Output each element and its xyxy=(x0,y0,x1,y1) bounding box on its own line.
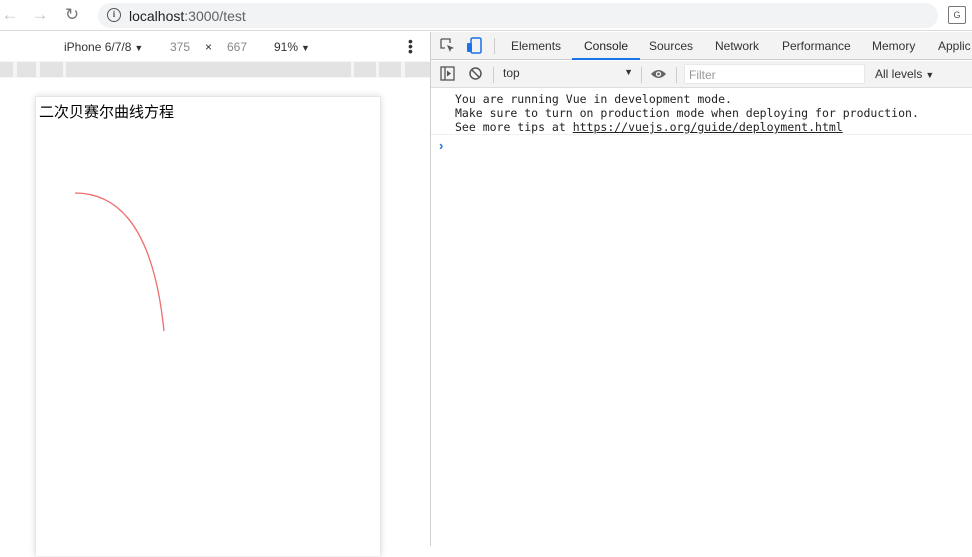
device-toolbar: iPhone 6/7/8 ▼ 375 × 667 91% ▼ • • • xyxy=(0,32,430,61)
eye-icon[interactable] xyxy=(650,68,667,80)
tab-sources[interactable]: Sources xyxy=(649,32,693,60)
device-viewport[interactable]: 二次贝赛尔曲线方程 xyxy=(35,96,381,556)
chevron-down-icon: ▼ xyxy=(925,70,935,80)
device-select[interactable]: iPhone 6/7/8 ▼ xyxy=(64,40,143,54)
console-text: See more tips at xyxy=(455,120,573,134)
media-query-ruler[interactable] xyxy=(0,61,430,78)
tab-memory[interactable]: Memory xyxy=(872,32,915,60)
back-arrow-icon[interactable]: ← xyxy=(0,5,20,25)
console-line: See more tips at https://vuejs.org/guide… xyxy=(455,120,972,134)
tab-network[interactable]: Network xyxy=(715,32,759,60)
devtools-panel: Elements Console Sources Network Perform… xyxy=(431,32,972,546)
ruler-segment[interactable] xyxy=(379,62,401,77)
url-path: :3000/test xyxy=(184,8,246,24)
more-options-icon[interactable]: • • • xyxy=(408,34,414,58)
deployment-link[interactable]: https://vuejs.org/guide/deployment.html xyxy=(573,120,843,134)
ruler-segment[interactable] xyxy=(40,62,63,77)
device-toolbar-icon[interactable] xyxy=(466,37,482,54)
console-line: You are running Vue in development mode. xyxy=(455,92,732,106)
chevron-down-icon: ▼ xyxy=(134,43,144,53)
toolbar-separator xyxy=(493,67,494,83)
dimension-separator: × xyxy=(205,40,213,54)
tab-performance[interactable]: Performance xyxy=(782,32,851,60)
log-levels-select[interactable]: All levels ▼ xyxy=(875,67,934,81)
viewport-height[interactable]: 667 xyxy=(227,40,247,54)
ruler-segment[interactable] xyxy=(354,62,376,77)
toolbar-separator xyxy=(641,67,642,83)
ruler-segment[interactable] xyxy=(66,62,351,77)
device-name: iPhone 6/7/8 xyxy=(64,40,132,54)
bezier-curve xyxy=(74,192,165,332)
bezier-curve-canvas xyxy=(74,192,165,332)
tab-console[interactable]: Console xyxy=(572,32,641,60)
browser-toolbar: ← → ↻ i localhost:3000/test G xyxy=(0,0,972,31)
console-toolbar: top ▼ Filter All levels ▼ xyxy=(431,61,972,88)
filter-input[interactable]: Filter xyxy=(684,64,865,84)
toolbar-separator xyxy=(676,67,677,83)
forward-arrow-icon[interactable]: → xyxy=(30,5,50,25)
translate-icon[interactable]: G xyxy=(948,6,966,24)
tab-separator xyxy=(494,38,495,54)
address-bar[interactable]: i localhost:3000/test xyxy=(98,3,938,28)
tab-elements[interactable]: Elements xyxy=(511,32,561,60)
chevron-down-icon: ▼ xyxy=(624,67,633,77)
device-emulation-pane: iPhone 6/7/8 ▼ 375 × 667 91% ▼ • • • 二次贝赛尔曲线… xyxy=(0,32,430,556)
tab-application[interactable]: Applic xyxy=(938,32,971,60)
zoom-value: 91% xyxy=(274,40,299,54)
console-prompt-icon[interactable]: › xyxy=(439,138,443,153)
chevron-down-icon: ▼ xyxy=(301,43,310,53)
context-select[interactable]: top ▼ xyxy=(503,66,633,80)
console-message: You are running Vue in development mode.… xyxy=(431,89,972,135)
ruler-segment[interactable] xyxy=(17,62,36,77)
inspect-element-icon[interactable] xyxy=(440,38,455,53)
viewport-width[interactable]: 375 xyxy=(170,40,190,54)
ruler-segment[interactable] xyxy=(405,62,430,77)
devtools-tab-bar: Elements Console Sources Network Perform… xyxy=(431,32,972,60)
console-line: Make sure to turn on production mode whe… xyxy=(455,106,919,120)
log-levels-value: All levels xyxy=(875,67,923,81)
clear-console-icon[interactable] xyxy=(468,66,483,81)
reload-icon[interactable]: ↻ xyxy=(62,5,82,25)
zoom-select[interactable]: 91% ▼ xyxy=(274,40,310,54)
context-value: top xyxy=(503,66,520,80)
url-text[interactable]: localhost:3000/test xyxy=(129,8,246,24)
ruler-segment[interactable] xyxy=(0,62,13,77)
url-host: localhost xyxy=(129,8,185,24)
sidebar-toggle-icon[interactable] xyxy=(440,66,455,81)
info-icon[interactable]: i xyxy=(107,8,121,22)
